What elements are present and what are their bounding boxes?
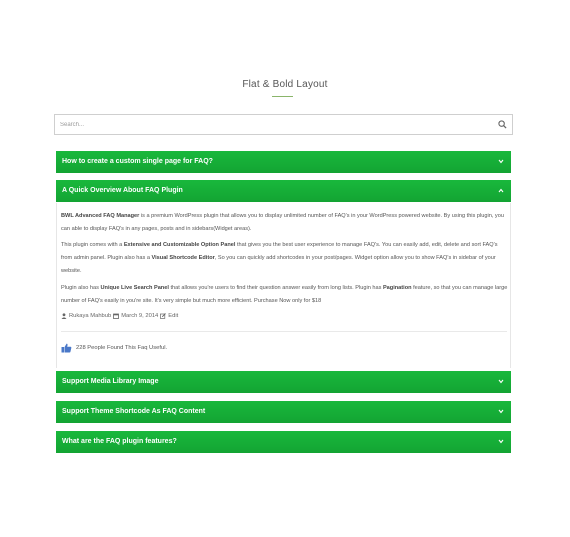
faq-item-theme-shortcode[interactable]: Support Theme Shortcode As FAQ Content: [56, 401, 511, 423]
chevron-up-icon: [498, 188, 504, 193]
title-underline: [272, 96, 293, 97]
answer-text: This plugin comes with a: [61, 242, 124, 248]
faq-item-media-library[interactable]: Support Media Library Image: [56, 371, 511, 393]
answer-paragraph-2: This plugin comes with a Extensive and C…: [61, 239, 509, 278]
thumbs-up-icon[interactable]: [61, 343, 72, 353]
faq-answer-panel: BWL Advanced FAQ Manager is a premium Wo…: [56, 203, 511, 368]
useful-vote: 228 People Found This Faq Useful.: [61, 343, 167, 353]
chevron-down-icon: [498, 159, 504, 164]
answer-paragraph-3: Plugin also has Unique Live Search Panel…: [61, 282, 509, 308]
page-title: Flat & Bold Layout: [242, 79, 328, 90]
edit-icon: [160, 313, 167, 319]
search-input[interactable]: [55, 115, 485, 134]
answer-paragraph-1: BWL Advanced FAQ Manager is a premium Wo…: [61, 210, 509, 236]
faq-question: How to create a custom single page for F…: [62, 158, 213, 165]
post-date: March 9, 2014: [121, 313, 159, 319]
chevron-down-icon: [498, 379, 504, 384]
edit-link[interactable]: Edit: [168, 313, 178, 319]
answer-bold-text: BWL Advanced FAQ Manager: [61, 213, 140, 219]
author-name[interactable]: Rukaya Mahbub: [69, 313, 111, 319]
faq-question: A Quick Overview About FAQ Plugin: [62, 187, 183, 194]
chevron-down-icon: [498, 439, 504, 444]
faq-item-plugin-features[interactable]: What are the FAQ plugin features?: [56, 431, 511, 453]
answer-text: that allows you're users to find their q…: [168, 285, 383, 291]
faq-question: What are the FAQ plugin features?: [62, 438, 177, 445]
answer-meta: Rukaya Mahbub March 9, 2014 Edit: [61, 313, 178, 319]
answer-bold-text: Unique Live Search Panel: [100, 285, 169, 291]
user-icon: [61, 313, 67, 319]
answer-bold-text: Pagination: [382, 285, 412, 291]
answer-text: Plugin also has: [61, 285, 101, 291]
faq-item-quick-overview[interactable]: A Quick Overview About FAQ Plugin: [56, 180, 511, 202]
faq-question: Support Media Library Image: [62, 378, 159, 385]
faq-item-custom-single-page[interactable]: How to create a custom single page for F…: [56, 151, 511, 173]
faq-question: Support Theme Shortcode As FAQ Content: [62, 408, 206, 415]
useful-count-text: 228 People Found This Faq Useful.: [76, 345, 168, 351]
search-icon[interactable]: [498, 120, 507, 129]
divider: [61, 331, 507, 332]
answer-bold-text: Extensive and Customizable Option Panel: [123, 242, 236, 248]
calendar-icon: [113, 313, 120, 319]
search-box: [54, 114, 513, 135]
chevron-down-icon: [498, 409, 504, 414]
answer-bold-text: Visual Shortcode Editor: [151, 255, 215, 261]
